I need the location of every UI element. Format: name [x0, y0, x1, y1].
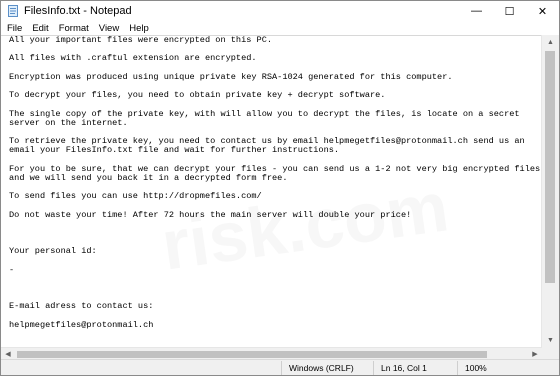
text-line [9, 220, 549, 229]
window-controls: — ☐ ✕ [460, 1, 559, 21]
close-button[interactable]: ✕ [526, 1, 559, 21]
text-line: Do not waste your time! After 72 hours t… [9, 209, 412, 220]
status-divider [457, 361, 458, 375]
text-line: To decrypt your files, you need to obtai… [9, 90, 386, 101]
text-line: Encryption was produced using unique pri… [9, 71, 453, 82]
text-line [9, 275, 549, 284]
text-line: helpmegetfiles@protonmail.ch [9, 319, 154, 330]
menu-help[interactable]: Help [125, 23, 153, 34]
menu-format[interactable]: Format [55, 23, 93, 34]
scroll-corner [542, 347, 559, 359]
status-divider [281, 361, 282, 375]
window-title: FilesInfo.txt - Notepad [24, 5, 132, 17]
text-line: To send files you can use http://dropmef… [9, 191, 262, 202]
text-line: E-mail adress to contact us: [9, 301, 154, 312]
minimize-button[interactable]: — [460, 1, 493, 21]
text-line: All your important files were encrypted … [9, 36, 273, 45]
status-encoding: Windows (CRLF) [289, 363, 354, 373]
status-bar: Windows (CRLF) Ln 16, Col 1 100% [1, 359, 559, 375]
menu-view[interactable]: View [95, 23, 123, 34]
scroll-up-icon[interactable]: ▲ [542, 35, 559, 49]
text-line: server on the internet. [9, 117, 128, 128]
menu-file[interactable]: File [3, 23, 26, 34]
text-line: - [9, 264, 15, 275]
status-position: Ln 16, Col 1 [381, 363, 427, 373]
menu-bar: File Edit Format View Help [1, 21, 559, 35]
notepad-window: FilesInfo.txt - Notepad — ☐ ✕ File Edit … [0, 0, 560, 376]
title-bar[interactable]: FilesInfo.txt - Notepad — ☐ ✕ [1, 1, 559, 21]
text-line: Your personal id: [9, 246, 97, 257]
text-line: and we will send you back it in a decryp… [9, 172, 288, 183]
text-line [9, 257, 549, 266]
status-divider [373, 361, 374, 375]
horizontal-scroll-thumb[interactable] [17, 351, 487, 358]
maximize-button[interactable]: ☐ [493, 1, 526, 21]
text-line [9, 229, 549, 238]
notepad-icon [7, 5, 19, 17]
scroll-down-icon[interactable]: ▼ [542, 333, 559, 347]
text-line [9, 330, 549, 339]
text-line: All files with .craftul extension are en… [9, 53, 257, 64]
status-zoom: 100% [465, 363, 487, 373]
document-text[interactable]: All your important files were encrypted … [9, 36, 549, 348]
text-line [9, 284, 549, 293]
text-editor[interactable]: risk.com All your important files were e… [1, 35, 559, 348]
vertical-scroll-thumb[interactable] [545, 51, 555, 283]
menu-edit[interactable]: Edit [28, 23, 52, 34]
text-line: email your FilesInfo.txt file and wait f… [9, 145, 340, 156]
vertical-scrollbar[interactable]: ▲ ▼ [541, 35, 559, 347]
